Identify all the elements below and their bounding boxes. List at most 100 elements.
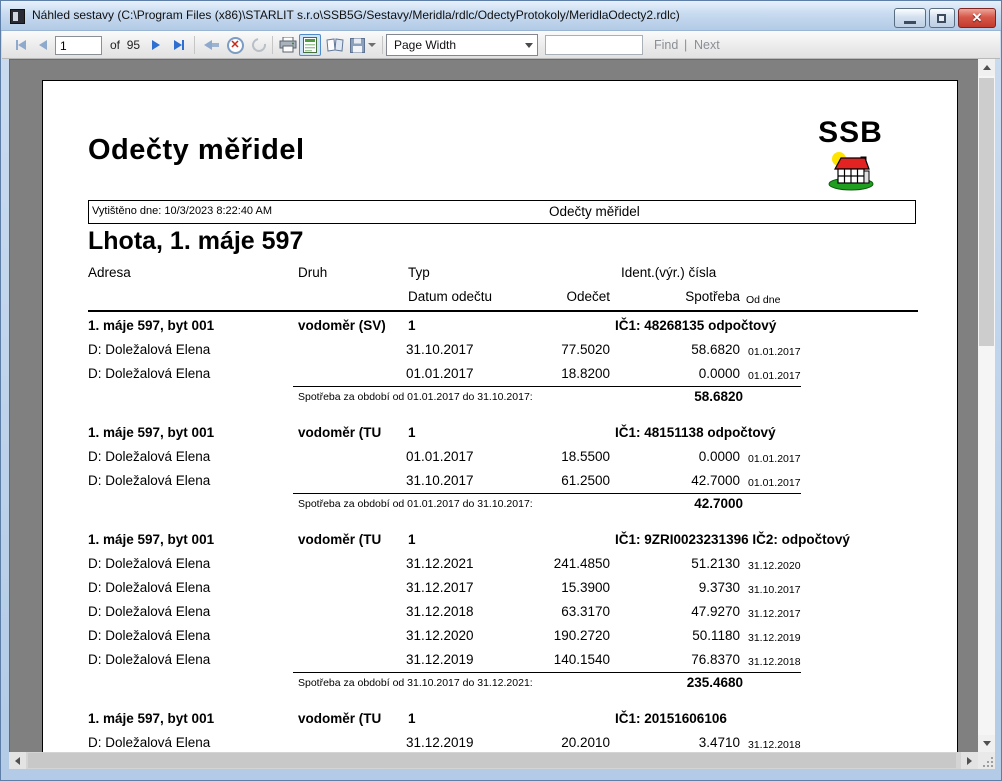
page-setup-button[interactable] [324,34,346,56]
reading-from-date: 31.12.2018 [748,650,801,674]
reading-owner: D: Doležalová Elena [88,469,210,493]
meter-type: vodoměr (TU [298,528,381,552]
consumption-summary-row: Spotřeba za období od 01.01.2017 do 31.1… [43,493,957,520]
consumption-summary-row: Spotřeba za období od 01.01.2017 do 31.1… [43,386,957,413]
scroll-left-button[interactable] [9,752,26,769]
export-icon [350,38,365,53]
reading-row: D: Doležalová Elena 31.12.2017 15.3900 9… [43,576,957,600]
toolbar: of 95 ✕ [2,31,1000,59]
reading-value: 18.5500 [463,445,610,469]
vertical-scrollbar[interactable] [978,59,995,752]
print-button[interactable] [277,34,299,56]
ssb-logo-text: SSB [803,117,898,149]
reading-value: 20.2010 [463,731,610,752]
meter-type: vodoměr (TU [298,707,381,731]
scroll-left-icon [15,757,20,765]
meter-block: 1. máje 597, byt 001 vodoměr (SV) 1 IČ1:… [43,314,957,413]
house-icon [825,149,877,191]
next-page-button[interactable] [145,34,167,56]
meter-typ: 1 [408,314,416,338]
scroll-right-button[interactable] [961,752,978,769]
meter-address: 1. máje 597, byt 001 [88,707,214,731]
last-page-icon [174,40,182,50]
print-layout-button[interactable] [299,34,321,56]
header-rule [88,310,918,312]
meter-row: 1. máje 597, byt 001 vodoměr (SV) 1 IČ1:… [43,314,957,338]
meter-ident: IČ1: 48151138 odpočtový [615,421,776,445]
reading-value: 15.3900 [463,576,610,600]
reading-value: 18.8200 [463,362,610,386]
consumption-summary-row: Spotřeba za období od 31.10.2017 do 31.1… [43,672,957,699]
previous-page-button[interactable] [32,34,54,56]
column-header-typ: Typ [408,265,430,280]
scroll-down-icon [983,741,991,746]
find-next-separator: | [684,38,687,52]
reading-row: D: Doležalová Elena 01.01.2017 18.8200 0… [43,362,957,386]
report-page: Odečty měřidel SSB Vytištěno dne: 10/3 [42,80,958,752]
reading-row: D: Doležalová Elena 31.10.2017 61.2500 4… [43,469,957,493]
reading-consumption: 0.0000 [633,445,740,469]
meter-block: 1. máje 597, byt 001 vodoměr (TU 1 IČ1: … [43,707,957,752]
horizontal-scrollbar[interactable] [9,752,978,769]
minimize-button[interactable] [894,8,926,28]
toolbar-separator [194,36,195,54]
reading-consumption: 9.3730 [633,576,740,600]
reading-row: D: Doležalová Elena 31.12.2020 190.2720 … [43,624,957,648]
next-page-icon [152,40,160,50]
back-icon [204,40,219,50]
toolbar-separator [382,36,383,54]
meter-type: vodoměr (TU [298,421,381,445]
export-button[interactable] [348,34,378,56]
search-input[interactable] [545,35,643,55]
last-page-button[interactable] [168,34,190,56]
refresh-icon [249,35,268,54]
column-header-adresa: Adresa [88,265,131,280]
page-number-input[interactable] [55,36,102,55]
minimize-icon [904,21,916,24]
close-icon: ✕ [959,10,995,26]
zoom-value: Page Width [394,38,456,52]
reading-value: 61.2500 [463,469,610,493]
meter-block: 1. máje 597, byt 001 vodoměr (TU 1 IČ1: … [43,421,957,520]
report-viewport: Odečty měřidel SSB Vytištěno dne: 10/3 [9,59,978,752]
reading-consumption: 58.6820 [633,338,740,362]
page-count-label: of 95 [110,38,140,52]
close-button[interactable]: ✕ [958,8,996,28]
resize-grip[interactable] [991,765,993,767]
summary-value: 235.4680 [633,675,743,690]
reading-value: 63.3170 [463,600,610,624]
column-header-spotreba: Spotřeba [633,289,740,304]
reading-owner: D: Doležalová Elena [88,576,210,600]
printed-date-label: Vytištěno dne: 10/3/2023 8:22:40 AM [92,205,272,217]
scroll-down-button[interactable] [978,735,995,752]
reading-owner: D: Doležalová Elena [88,362,210,386]
report-client-area: Odečty měřidel SSB Vytištěno dne: 10/3 [9,59,995,769]
find-button[interactable]: Find [654,38,678,52]
refresh-button[interactable] [248,34,270,56]
stop-icon: ✕ [227,37,244,54]
reading-owner: D: Doležalová Elena [88,648,210,672]
vertical-scrollbar-thumb[interactable] [979,78,994,346]
stop-rendering-button[interactable]: ✕ [224,34,246,56]
meter-row: 1. máje 597, byt 001 vodoměr (TU 1 IČ1: … [43,421,957,445]
last-page-icon-bar [182,40,184,50]
maximize-button[interactable] [929,8,955,28]
reading-owner: D: Doležalová Elena [88,731,210,752]
back-to-parent-button[interactable] [200,34,222,56]
reading-from-date: 31.12.2020 [748,554,801,578]
chevron-down-icon [525,43,533,48]
reading-value: 77.5020 [463,338,610,362]
meter-row: 1. máje 597, byt 001 vodoměr (TU 1 IČ1: … [43,707,957,731]
scroll-right-icon [967,757,972,765]
zoom-select[interactable]: Page Width [386,34,538,56]
reading-owner: D: Doležalová Elena [88,600,210,624]
page-header-band: Vytištěno dne: 10/3/2023 8:22:40 AM Odeč… [88,200,916,224]
first-page-button[interactable] [10,34,32,56]
reading-from-date: 31.10.2017 [748,578,801,602]
reading-consumption: 47.9270 [633,600,740,624]
next-button[interactable]: Next [694,38,720,52]
reading-from-date: 01.01.2017 [748,447,801,471]
scroll-up-button[interactable] [978,59,995,76]
meter-ident: IČ1: 20151606106 [615,707,727,731]
horizontal-scrollbar-thumb[interactable] [28,753,956,768]
